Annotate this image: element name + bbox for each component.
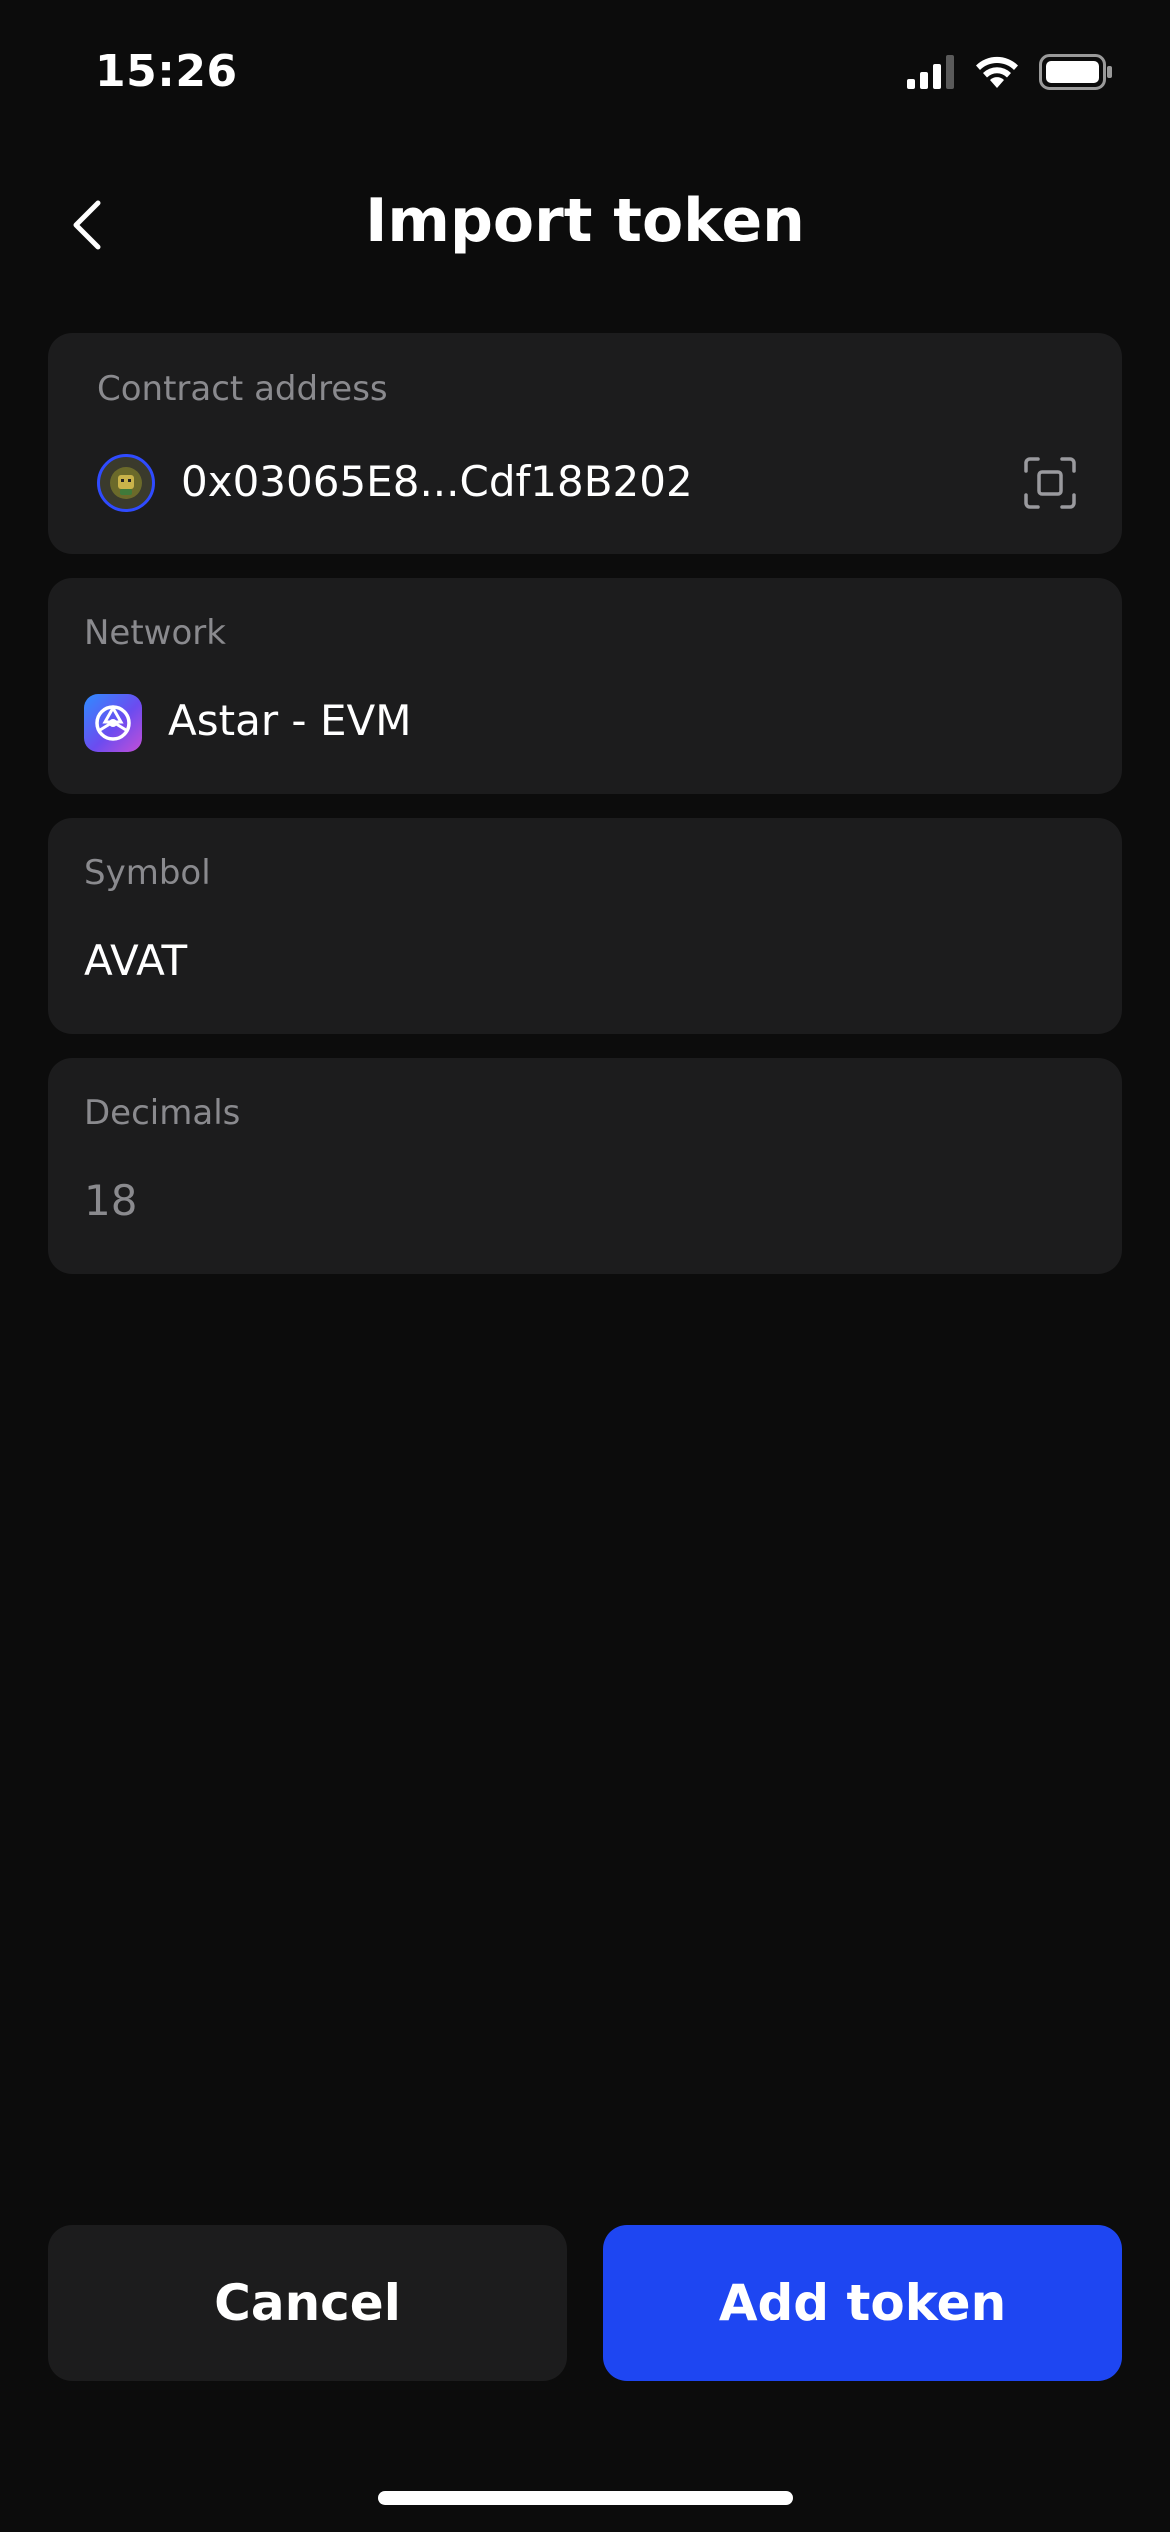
astar-network-icon	[84, 694, 142, 752]
home-indicator	[378, 2491, 793, 2505]
token-avatar	[97, 454, 155, 512]
signal-icon	[907, 55, 955, 89]
decimals-card[interactable]: Decimals 18	[48, 1058, 1122, 1274]
back-button[interactable]	[48, 180, 128, 270]
decimals-label: Decimals	[84, 1093, 241, 1133]
chevron-left-icon	[68, 195, 108, 255]
battery-icon	[1039, 54, 1113, 90]
page-title: Import token	[365, 186, 805, 256]
symbol-label: Symbol	[84, 853, 211, 893]
contract-address-label: Contract address	[97, 369, 388, 409]
scan-icon[interactable]	[1022, 455, 1078, 511]
status-time: 15:26	[95, 46, 238, 97]
symbol-input[interactable]: AVAT	[84, 936, 187, 985]
contract-address-value[interactable]: 0x03065E8...Cdf18B202	[181, 457, 693, 506]
symbol-card[interactable]: Symbol AVAT	[48, 818, 1122, 1034]
cancel-button[interactable]: Cancel	[48, 2225, 567, 2381]
status-icons	[907, 54, 1113, 90]
decimals-input[interactable]: 18	[84, 1176, 137, 1225]
network-label: Network	[84, 613, 226, 653]
network-card[interactable]: Network Astar - EVM	[48, 578, 1122, 794]
wifi-icon	[973, 54, 1021, 90]
contract-address-card[interactable]: Contract address 0x03065E8...Cdf18B202	[48, 333, 1122, 554]
status-bar: 15:26	[0, 0, 1170, 150]
add-token-button[interactable]: Add token	[603, 2225, 1122, 2381]
network-value: Astar - EVM	[168, 696, 412, 745]
